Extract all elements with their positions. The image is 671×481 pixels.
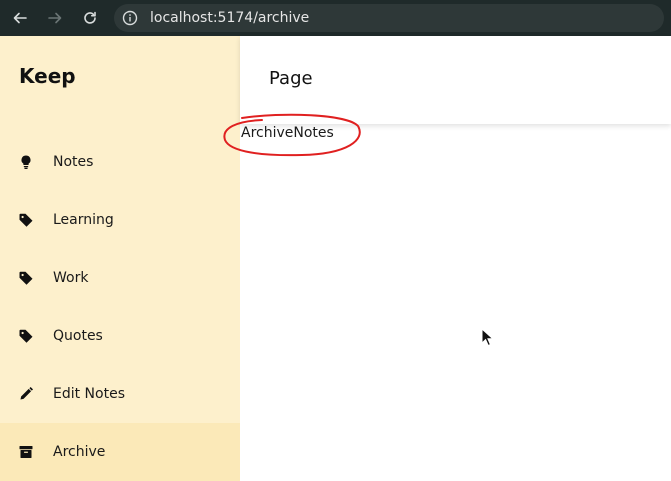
lightbulb-icon	[18, 154, 34, 170]
page-title: Page	[269, 68, 313, 89]
mouse-cursor-icon	[481, 328, 495, 347]
reload-icon[interactable]	[79, 7, 101, 29]
sidebar-item-work[interactable]: Work	[0, 249, 240, 307]
browser-toolbar: localhost:5174/archive	[0, 0, 671, 36]
annotation-circle	[223, 113, 361, 157]
sidebar-item-archive[interactable]: Archive	[0, 423, 240, 481]
forward-arrow-icon[interactable]	[44, 7, 66, 29]
sidebar-item-quotes[interactable]: Quotes	[0, 307, 240, 365]
address-bar[interactable]: localhost:5174/archive	[114, 4, 664, 32]
sidebar-item-edit-notes[interactable]: Edit Notes	[0, 365, 240, 423]
back-arrow-icon[interactable]	[9, 7, 31, 29]
url-text: localhost:5174/archive	[150, 10, 310, 26]
sidebar: Keep Notes Learning Work Quotes Edit Not…	[0, 36, 240, 481]
archive-icon	[18, 444, 34, 460]
info-icon[interactable]	[122, 10, 138, 26]
sidebar-item-label: Work	[53, 270, 89, 286]
pencil-icon	[18, 386, 34, 402]
sidebar-item-label: Quotes	[53, 328, 103, 344]
tag-icon	[18, 270, 34, 286]
app-logo-text: Keep	[19, 64, 76, 88]
tag-icon	[18, 328, 34, 344]
tag-icon	[18, 212, 34, 228]
sidebar-item-label: Notes	[53, 154, 94, 170]
sidebar-item-learning[interactable]: Learning	[0, 191, 240, 249]
app-header: Page	[240, 36, 671, 124]
sidebar-item-notes[interactable]: Notes	[0, 133, 240, 191]
sidebar-item-label: Edit Notes	[53, 386, 125, 402]
sidebar-item-label: Archive	[53, 444, 106, 460]
sidebar-item-label: Learning	[53, 212, 114, 228]
